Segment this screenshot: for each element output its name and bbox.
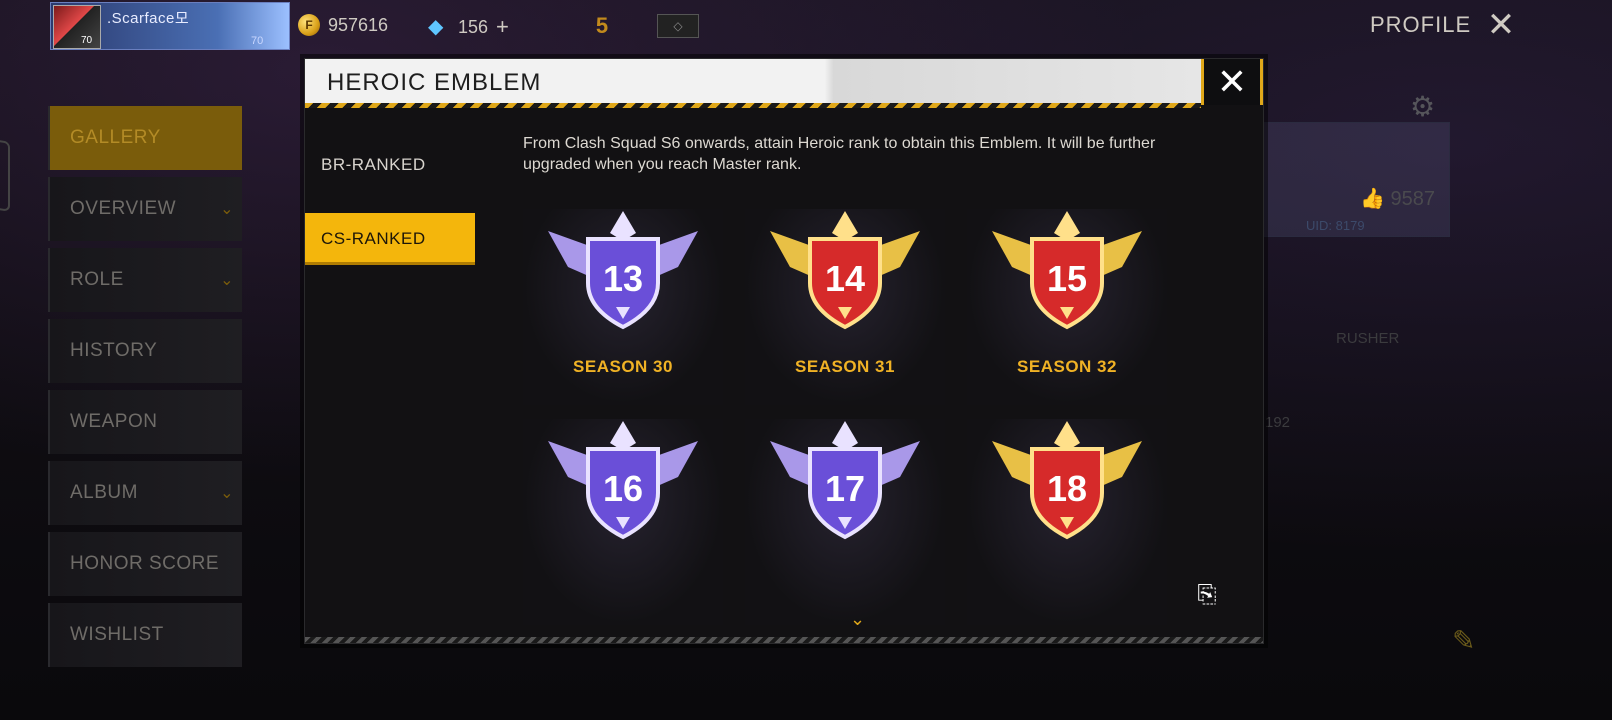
thumbs-up-icon: 👍	[1360, 188, 1385, 210]
tab-cs-ranked[interactable]: CS-RANKED	[305, 213, 475, 265]
player-name: .Scarface모	[107, 10, 190, 27]
emblem-card[interactable]: 15 SEASON 32	[967, 209, 1167, 405]
edit-icon[interactable]: ✎	[1452, 624, 1475, 657]
red-heroic-shield-icon: 18	[992, 421, 1142, 540]
sidebar-item-wishlist[interactable]: WISHLIST	[48, 603, 242, 667]
tab-label: CS-RANKED	[321, 229, 426, 248]
uid-prefix: UID:	[1306, 218, 1332, 233]
eagle-crest	[832, 211, 858, 241]
diamond-icon: ◆	[428, 16, 444, 38]
eagle-crest	[1054, 211, 1080, 241]
emblem-description: From Clash Squad S6 onwards, attain Hero…	[523, 135, 1156, 173]
heroic-emblem-modal: HEROIC EMBLEM ✕ BR-RANKED CS-RANKED From…	[304, 58, 1264, 644]
emblem-card[interactable]: 13 SEASON 30	[523, 209, 723, 405]
close-icon[interactable]: ✕	[1486, 8, 1516, 42]
emblem-number: 17	[825, 468, 865, 509]
sidebar-item-label: OVERVIEW	[70, 198, 177, 219]
rank-number: 5	[595, 13, 609, 38]
sidebar-item-weapon[interactable]: WEAPON	[48, 390, 242, 454]
emblem-number: 18	[1047, 468, 1087, 509]
gold-counter: F 957616	[298, 14, 388, 36]
modal-footer-stripe	[305, 637, 1263, 643]
share-icon[interactable]: ⎘	[1191, 581, 1223, 609]
chevron-down-icon: ⌄	[220, 485, 234, 502]
sidebar-item-history[interactable]: HISTORY	[48, 319, 242, 383]
sidebar-item-role[interactable]: ROLE ⌄	[48, 248, 242, 312]
uid-label: UID: 8179	[1306, 218, 1365, 233]
close-icon[interactable]: ✕	[1201, 59, 1263, 105]
eagle-crest	[1054, 421, 1080, 451]
emblem-card[interactable]: 17	[745, 419, 945, 625]
likes-counter[interactable]: 👍 9587	[1360, 186, 1435, 211]
avatar-level: 70	[81, 35, 93, 46]
emblem-number: 15	[1047, 258, 1087, 299]
uid-value: 8179	[1335, 218, 1365, 233]
gold-amount: 957616	[328, 14, 389, 35]
season-label: SEASON 32	[1017, 357, 1117, 376]
sidebar-item-honor-score[interactable]: HONOR SCORE	[48, 532, 242, 596]
purple-heroic-shield-icon: 13	[548, 211, 698, 330]
purple-heroic-shield-icon: 16	[548, 421, 698, 540]
player-level: 70	[251, 35, 264, 47]
eagle-crest	[610, 211, 636, 241]
red-heroic-shield-icon: 15	[992, 211, 1142, 330]
modal-header: HEROIC EMBLEM	[305, 59, 1201, 108]
page-title: PROFILE	[1370, 12, 1472, 37]
top-bar: 70 .Scarface모 70 F 957616 ◆ 156 + 5 ◇ PR…	[0, 0, 1612, 52]
red-heroic-shield-icon: 14	[770, 211, 920, 330]
gear-icon[interactable]: ⚙	[1410, 90, 1435, 123]
eagle-crest	[832, 421, 858, 451]
diamond-amount: 156	[458, 16, 489, 37]
emblem-card[interactable]: 16	[523, 419, 723, 625]
sidebar-item-overview[interactable]: OVERVIEW ⌄	[48, 177, 242, 241]
tab-br-ranked[interactable]: BR-RANKED	[305, 139, 475, 191]
eagle-crest	[610, 421, 636, 451]
sidebar-item-label: WEAPON	[70, 411, 158, 432]
sidebar-item-label: ALBUM	[70, 482, 138, 503]
modal-title: HEROIC EMBLEM	[327, 69, 542, 96]
tab-label: BR-RANKED	[321, 155, 426, 174]
sidebar-item-album[interactable]: ALBUM ⌄	[48, 461, 242, 525]
rank-crown-icon[interactable]: 5	[580, 6, 624, 46]
add-diamond-icon[interactable]: +	[496, 14, 509, 40]
sidebar: GALLERY OVERVIEW ⌄ ROLE ⌄ HISTORY WEAPON…	[48, 106, 242, 674]
gold-coin-icon: F	[298, 14, 320, 36]
sidebar-item-label: HISTORY	[70, 340, 158, 361]
emblem-card[interactable]: 18	[967, 419, 1167, 625]
sidebar-item-label: HONOR SCORE	[70, 553, 220, 574]
emblem-card[interactable]: 14 SEASON 31	[745, 209, 945, 405]
back-tab-icon[interactable]	[0, 138, 10, 212]
emblem-number: 16	[603, 468, 643, 509]
role-label: RUSHER	[1336, 330, 1400, 347]
emblem-grid: 13 SEASON 30 14 SEASON 31 15 SEASON 32 16 17 18	[523, 209, 1189, 625]
emblem-number: 13	[603, 258, 643, 299]
sidebar-item-label: GALLERY	[70, 127, 161, 148]
chevron-down-icon: ⌄	[220, 272, 234, 289]
diamond-counter[interactable]: ◆ 156 +	[428, 14, 509, 40]
sidebar-item-gallery[interactable]: GALLERY	[48, 106, 242, 170]
season-label: SEASON 30	[573, 357, 673, 376]
likes-count: 9587	[1390, 188, 1435, 210]
sidebar-item-label: WISHLIST	[70, 624, 164, 645]
rank-tabs: BR-RANKED CS-RANKED	[305, 139, 475, 287]
emblem-number: 14	[825, 258, 865, 299]
avatar	[53, 5, 101, 49]
chevron-down-icon[interactable]: ⌄	[850, 609, 865, 630]
chevron-down-icon: ⌄	[220, 201, 234, 218]
purple-heroic-shield-icon: 17	[770, 421, 920, 540]
season-label: SEASON 31	[795, 357, 895, 376]
sidebar-item-label: ROLE	[70, 269, 124, 290]
player-banner[interactable]: 70 .Scarface모 70	[50, 2, 290, 50]
elite-pass-icon[interactable]: ◇	[657, 14, 699, 38]
